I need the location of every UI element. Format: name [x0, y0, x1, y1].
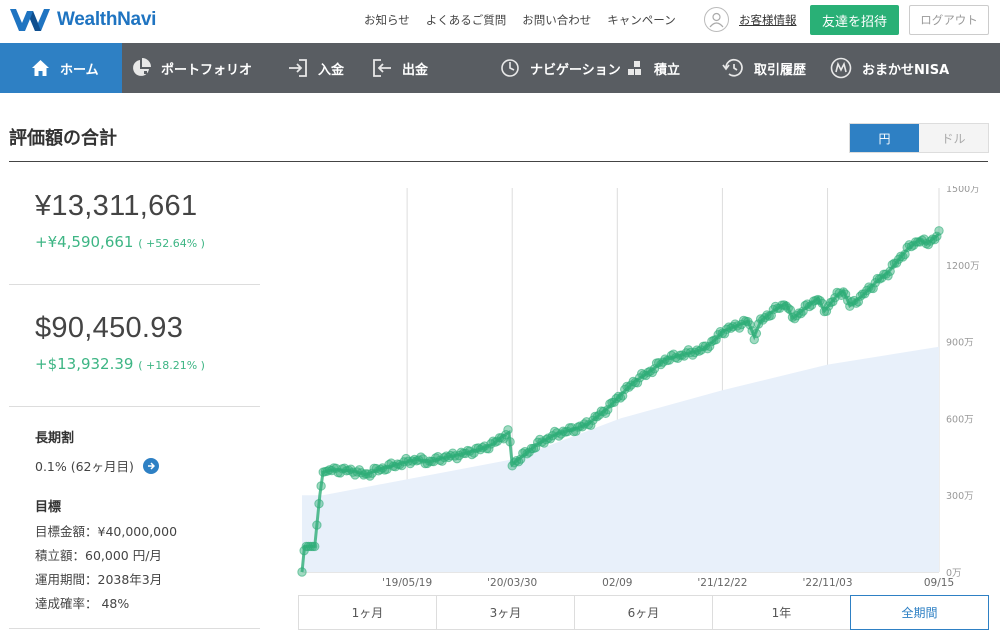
nav-item-home[interactable]: ホーム — [0, 43, 122, 93]
nav-label-history: 取引履歴 — [754, 62, 807, 78]
accumulate-icon — [628, 61, 641, 75]
long-term-value: 0.1% (62ヶ月目) — [35, 459, 134, 474]
valuation-point — [310, 541, 320, 552]
period-1-year-button[interactable]: 1年 — [712, 595, 851, 630]
nav-item-deposit[interactable]: 入金 — [257, 43, 372, 93]
nav-item-nisa[interactable]: おまかせNISA — [830, 43, 970, 93]
valuation-point — [297, 567, 307, 577]
x-tick-label: 02/09 — [602, 577, 632, 589]
summary-divider — [9, 406, 260, 407]
invite-friend-button[interactable]: 友達を招待 — [810, 5, 899, 35]
logout-button[interactable]: ログアウト — [909, 5, 989, 35]
faq-link[interactable]: よくあるご質問 — [426, 12, 507, 28]
user-avatar-icon — [704, 7, 729, 32]
principal-area — [302, 346, 939, 572]
user-info-link[interactable]: お客様情報 — [739, 12, 797, 28]
title-divider — [9, 161, 988, 162]
news-link[interactable]: お知らせ — [364, 12, 410, 28]
nav-item-withdraw[interactable]: 出金 — [372, 43, 466, 93]
goal-period: 運用期間：2038年3月 — [35, 572, 163, 587]
valuation-chart: 0万300万600万900万1200万1500万'19/05/19'20/03/… — [297, 186, 980, 589]
period-1-month-button[interactable]: 1ヶ月 — [298, 595, 437, 630]
nav-label-home: ホーム — [60, 62, 99, 78]
total-value-jpy: ¥13,311,661 — [35, 190, 198, 222]
nisa-icon — [830, 57, 852, 79]
history-icon — [722, 58, 743, 77]
currency-usd-button[interactable]: ドル — [919, 124, 988, 152]
y-tick-label: 900万 — [946, 338, 974, 349]
pie-chart-icon — [133, 58, 151, 76]
currency-yen-button[interactable]: 円 — [850, 124, 919, 152]
goal-label: 目標 — [35, 500, 62, 515]
navigation-icon — [501, 59, 519, 77]
period-6-month-button[interactable]: 6ヶ月 — [574, 595, 713, 630]
user-menu[interactable]: お客様情報 — [704, 7, 797, 32]
main-nav: ホーム ポートフォリオ 入金 出金 ナビゲーション 積立 取引履歴 おまかせNI… — [0, 43, 1000, 93]
long-term-label: 長期割 — [35, 431, 75, 446]
x-tick-label: '20/03/30 — [487, 577, 537, 589]
summary-divider — [9, 628, 260, 629]
nav-label-navigation: ナビゲーション — [530, 62, 621, 78]
valuation-point — [314, 499, 324, 509]
gain-usd-amount: +$13,932.39 — [35, 355, 134, 373]
nav-label-portfolio: ポートフォリオ — [161, 62, 253, 78]
valuation-point — [505, 437, 515, 447]
withdraw-icon — [373, 59, 391, 77]
top-header: WealthNavi お知らせ よくあるご質問 お問い合わせ キャンペーン お客… — [0, 0, 1000, 43]
brand-name: WealthNavi — [57, 9, 157, 30]
deposit-icon — [289, 59, 307, 77]
nav-label-nisa: おまかせNISA — [862, 62, 950, 78]
y-tick-label: 300万 — [946, 491, 974, 502]
gain-usd: +$13,932.39 ( +18.21% ) — [35, 355, 205, 373]
logo-mark-icon — [10, 9, 50, 31]
currency-toggle: 円 ドル — [849, 123, 989, 153]
valuation-point — [503, 425, 513, 435]
summary-divider — [9, 284, 260, 285]
nav-label-accumulate: 積立 — [654, 62, 681, 78]
nav-label-deposit: 入金 — [318, 62, 345, 78]
contact-link[interactable]: お問い合わせ — [522, 12, 591, 28]
x-tick-label: 09/15 — [924, 577, 954, 589]
goal-monthly: 積立額：60,000 円/月 — [35, 548, 162, 563]
y-tick-label: 1500万 — [946, 186, 980, 195]
gain-usd-percent: ( +18.21% ) — [138, 359, 205, 372]
nav-item-portfolio[interactable]: ポートフォリオ — [122, 43, 257, 93]
goal-amount: 目標金額：¥40,000,000 — [35, 524, 178, 539]
x-tick-label: '19/05/19 — [382, 577, 432, 589]
valuation-point — [316, 481, 326, 491]
home-icon — [32, 60, 49, 76]
header-links: お知らせ よくあるご質問 お問い合わせ キャンペーン — [364, 0, 692, 40]
x-tick-label: '22/11/03 — [803, 577, 853, 589]
gain-jpy: +¥4,590,661 ( +52.64% ) — [35, 233, 205, 251]
total-value-usd: $90,450.93 — [35, 312, 184, 344]
goal-probability: 達成確率： 48% — [35, 596, 130, 611]
nav-item-accumulate[interactable]: 積立 — [626, 43, 722, 93]
long-term-rate: 0.1% (62ヶ月目) — [35, 456, 159, 475]
valuation-point — [312, 520, 322, 530]
nav-item-navigation[interactable]: ナビゲーション — [466, 43, 626, 93]
valuation-point — [934, 226, 944, 236]
y-tick-label: 1200万 — [946, 261, 980, 272]
valuation-point — [751, 328, 762, 339]
y-tick-label: 600万 — [946, 414, 974, 425]
period-3-month-button[interactable]: 3ヶ月 — [436, 595, 575, 630]
campaign-link[interactable]: キャンペーン — [607, 12, 675, 28]
nav-label-withdraw: 出金 — [402, 62, 429, 78]
page-title: 評価額の合計 — [9, 128, 117, 149]
period-all-button[interactable]: 全期間 — [850, 595, 989, 630]
gain-jpy-percent: ( +52.64% ) — [138, 237, 205, 250]
period-selector: 1ヶ月 3ヶ月 6ヶ月 1年 全期間 — [298, 595, 989, 630]
x-tick-label: '21/12/22 — [697, 577, 747, 589]
arrow-right-icon[interactable] — [142, 457, 159, 474]
logo[interactable]: WealthNavi — [8, 6, 156, 34]
gain-jpy-amount: +¥4,590,661 — [35, 233, 134, 251]
nav-item-history[interactable]: 取引履歴 — [722, 43, 830, 93]
